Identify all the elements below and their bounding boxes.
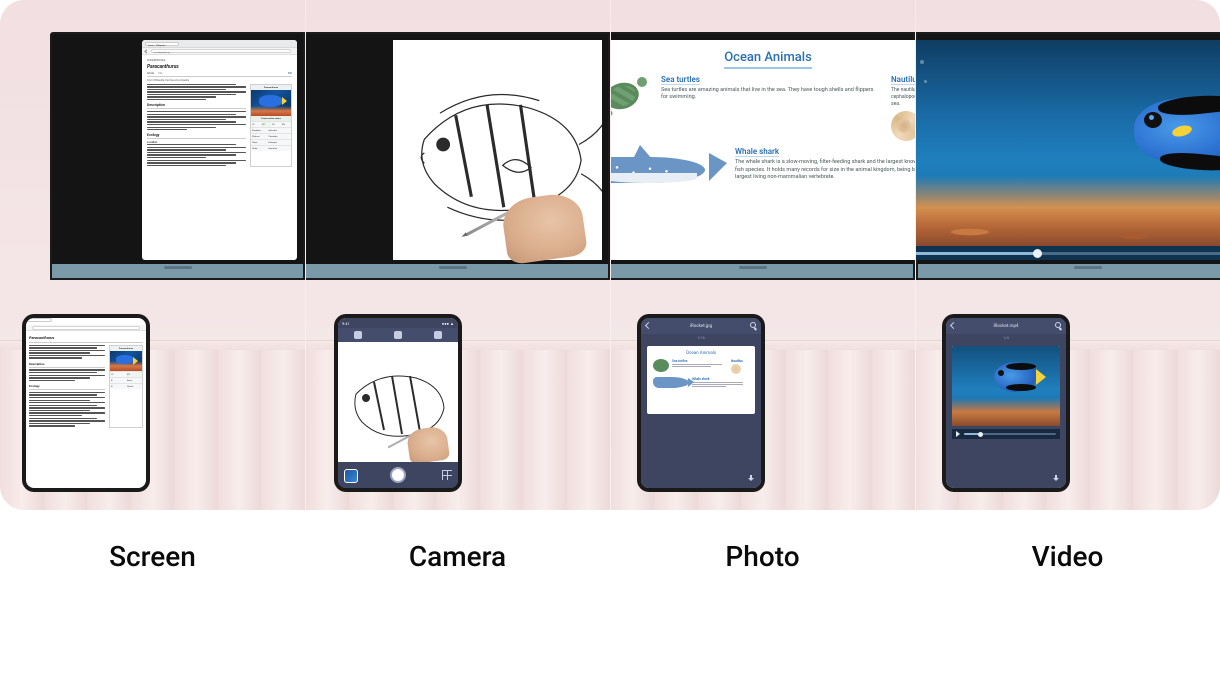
file-name: iRocket.jpg [690, 324, 712, 329]
caption-video: Video [915, 540, 1220, 573]
shutter-bar [338, 462, 458, 488]
monitor-video [916, 32, 1220, 280]
pane-video: iRocket.mp4 1/4 [915, 0, 1220, 510]
camera-toolbar [338, 328, 458, 342]
gallery-thumb[interactable] [344, 469, 358, 483]
monitor-screen: Suomi - Wikipedia en.wikipedia.org WIKIP… [50, 32, 305, 280]
grid-icon[interactable] [442, 470, 452, 480]
section-heading: Description [147, 103, 246, 107]
article-title: Paracanthurus [147, 64, 292, 70]
browser-tab[interactable]: Suomi - Wikipedia [145, 42, 179, 46]
video-player [915, 40, 1220, 260]
file-meta: 1/16 [641, 334, 761, 344]
address-field[interactable]: en.wikipedia.org [151, 49, 291, 53]
tablet-screen: Paracanthurus Description Ecology Paraca… [22, 314, 150, 492]
nautilus-heading: Nautilus [891, 75, 915, 85]
section-heading: Ecology [147, 133, 246, 137]
browser-window: Suomi - Wikipedia en.wikipedia.org WIKIP… [142, 40, 297, 260]
tablet-photo: iRocket.jpg 1/16 Ocean Animals Sea turtl… [637, 314, 765, 492]
seek-bar[interactable] [915, 252, 1220, 255]
download-icon[interactable] [1052, 475, 1060, 483]
seek-bar[interactable] [964, 433, 1056, 435]
tablet-video: iRocket.mp4 1/4 [942, 314, 1070, 492]
infobox-image [251, 90, 291, 116]
slide-title: Ocean Animals [610, 50, 915, 65]
photo-preview[interactable]: Ocean Animals Sea turtles Nautilus Whale… [647, 346, 755, 414]
turtle-heading: Sea turtles [661, 75, 700, 85]
caption-screen: Screen [0, 540, 305, 573]
file-header: iRocket.mp4 [946, 318, 1066, 334]
search-icon[interactable] [1055, 322, 1061, 328]
slide-ocean-animals: Ocean Animals Sea turtles Sea turtles ar… [610, 40, 915, 260]
settings-icon[interactable] [434, 331, 442, 339]
nautilus-illustration [891, 111, 915, 141]
monitor-photo: Ocean Animals Sea turtles Sea turtles ar… [610, 32, 915, 280]
file-header: iRocket.jpg [641, 318, 761, 334]
back-icon[interactable] [645, 322, 652, 329]
flash-icon[interactable] [354, 331, 362, 339]
browser-urlbar[interactable]: en.wikipedia.org [142, 48, 297, 55]
shark-illustration [610, 147, 725, 191]
turtle-illustration [610, 75, 651, 117]
shutter-button[interactable] [390, 467, 406, 483]
viewfinder [338, 342, 458, 462]
play-icon[interactable] [956, 431, 960, 437]
file-meta: 1/4 [946, 334, 1066, 344]
caption-photo: Photo [610, 540, 915, 573]
search-icon[interactable] [750, 322, 756, 328]
pane-photo: Ocean Animals Sea turtles Sea turtles ar… [610, 0, 915, 510]
drawing-canvas [393, 40, 602, 260]
seaweed-icon [610, 234, 613, 252]
captions-row: Screen Camera Photo Video [0, 540, 1220, 573]
site-logo: WIKIPEDIA [147, 58, 292, 62]
download-icon[interactable] [747, 475, 755, 483]
browser-tabs: Suomi - Wikipedia [142, 40, 297, 48]
back-icon[interactable] [950, 322, 957, 329]
video-controls [915, 246, 1220, 260]
pane-camera: 9:41●●● ▲ [305, 0, 610, 510]
shark-heading: Whale shark [735, 147, 779, 157]
monitor-camera [305, 32, 610, 280]
video-controls [952, 429, 1060, 439]
infobox: Paracanthurus Conservation status LCNTVU… [250, 84, 292, 168]
status-bar: 9:41●●● ▲ [338, 318, 458, 328]
video-preview[interactable] [952, 346, 1060, 426]
pane-screen: Suomi - Wikipedia en.wikipedia.org WIKIP… [0, 0, 305, 510]
caption-camera: Camera [305, 540, 610, 573]
blue-tang-fish [1118, 90, 1220, 176]
file-name: iRocket.mp4 [993, 324, 1018, 329]
tablet-camera: 9:41●●● ▲ [334, 314, 462, 492]
timer-icon[interactable] [394, 331, 402, 339]
back-icon[interactable] [144, 49, 148, 53]
